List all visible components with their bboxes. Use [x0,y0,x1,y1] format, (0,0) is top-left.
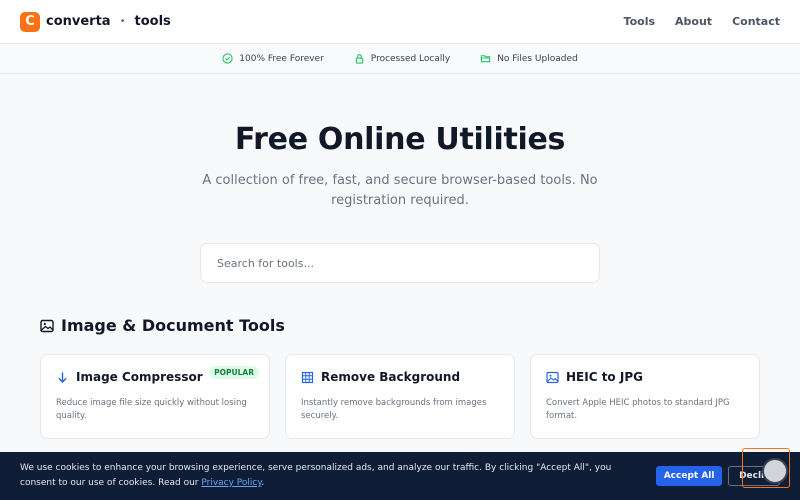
trust-bar: 100% Free Forever Processed Locally No F… [0,44,800,74]
cookie-text-end: . [261,478,265,488]
avatar-icon[interactable] [762,458,788,484]
accept-all-button[interactable]: Accept All [656,466,723,486]
lock-icon [355,54,364,64]
privacy-policy-link[interactable]: Privacy Policy [201,478,261,488]
card-head: HEIC to JPG [546,370,744,384]
trust-label-no-upload: No Files Uploaded [497,53,578,64]
section-title: Image & Document Tools [61,316,285,335]
card-title: Image Compressor [76,370,203,384]
section-header: Image & Document Tools [40,316,800,335]
logo-mark-icon: C [20,11,40,32]
cookie-message: We use cookies to enhance your browsing … [20,461,619,491]
trust-item-free: 100% Free Forever [222,53,324,64]
nav-contact-link[interactable]: Contact [732,15,780,28]
tool-card-heic-to-jpg[interactable]: HEIC to JPG Convert Apple HEIC photos to… [530,354,760,439]
nav-about-link[interactable]: About [675,15,712,28]
page-title: Free Online Utilities [234,122,566,157]
tool-grid: Image Compressor POPULAR Reduce image fi… [40,354,760,439]
card-description: Reduce image file size quickly without l… [56,398,247,421]
card-description: Instantly remove backgrounds from images… [301,398,487,421]
card-title: Remove Background [321,370,461,384]
trust-item-local: Processed Locally [354,53,450,64]
check-circle-icon [222,53,233,64]
nav-tools-link[interactable]: Tools [624,15,655,28]
cookie-banner: We use cookies to enhance your browsing … [0,452,800,500]
trust-label-free: 100% Free Forever [239,53,324,64]
folder-icon [481,55,491,63]
tool-card-remove-background[interactable]: Remove Background Instantly remove backg… [285,354,515,439]
image-icon [40,319,54,332]
card-head: Remove Background [301,370,499,384]
search-input[interactable] [217,256,583,270]
image-icon [546,371,559,383]
card-description: Convert Apple HEIC photos to standard JP… [546,398,730,421]
page-subtitle: A collection of free, fast, and secure b… [202,173,598,208]
logo[interactable]: C converta • tools [20,11,171,32]
logo-text-right: tools [134,14,171,29]
card-title: HEIC to JPG [566,370,643,384]
search-box[interactable] [200,243,600,283]
logo-text-left: converta [46,14,111,29]
arrow-down-icon [58,372,67,383]
hero: Free Online Utilities A collection of fr… [0,74,800,211]
cookie-text: We use cookies to enhance your browsing … [20,463,612,488]
trust-item-no-upload: No Files Uploaded [480,53,578,64]
tool-card-image-compressor[interactable]: Image Compressor POPULAR Reduce image fi… [40,354,270,439]
trust-label-local: Processed Locally [370,53,451,64]
logo-dot: • [119,16,126,27]
main-nav: Tools About Contact [624,15,780,28]
site-header: C converta • tools Tools About Contact [0,0,800,44]
grid-icon [301,371,314,383]
popular-badge: POPULAR [209,366,259,379]
